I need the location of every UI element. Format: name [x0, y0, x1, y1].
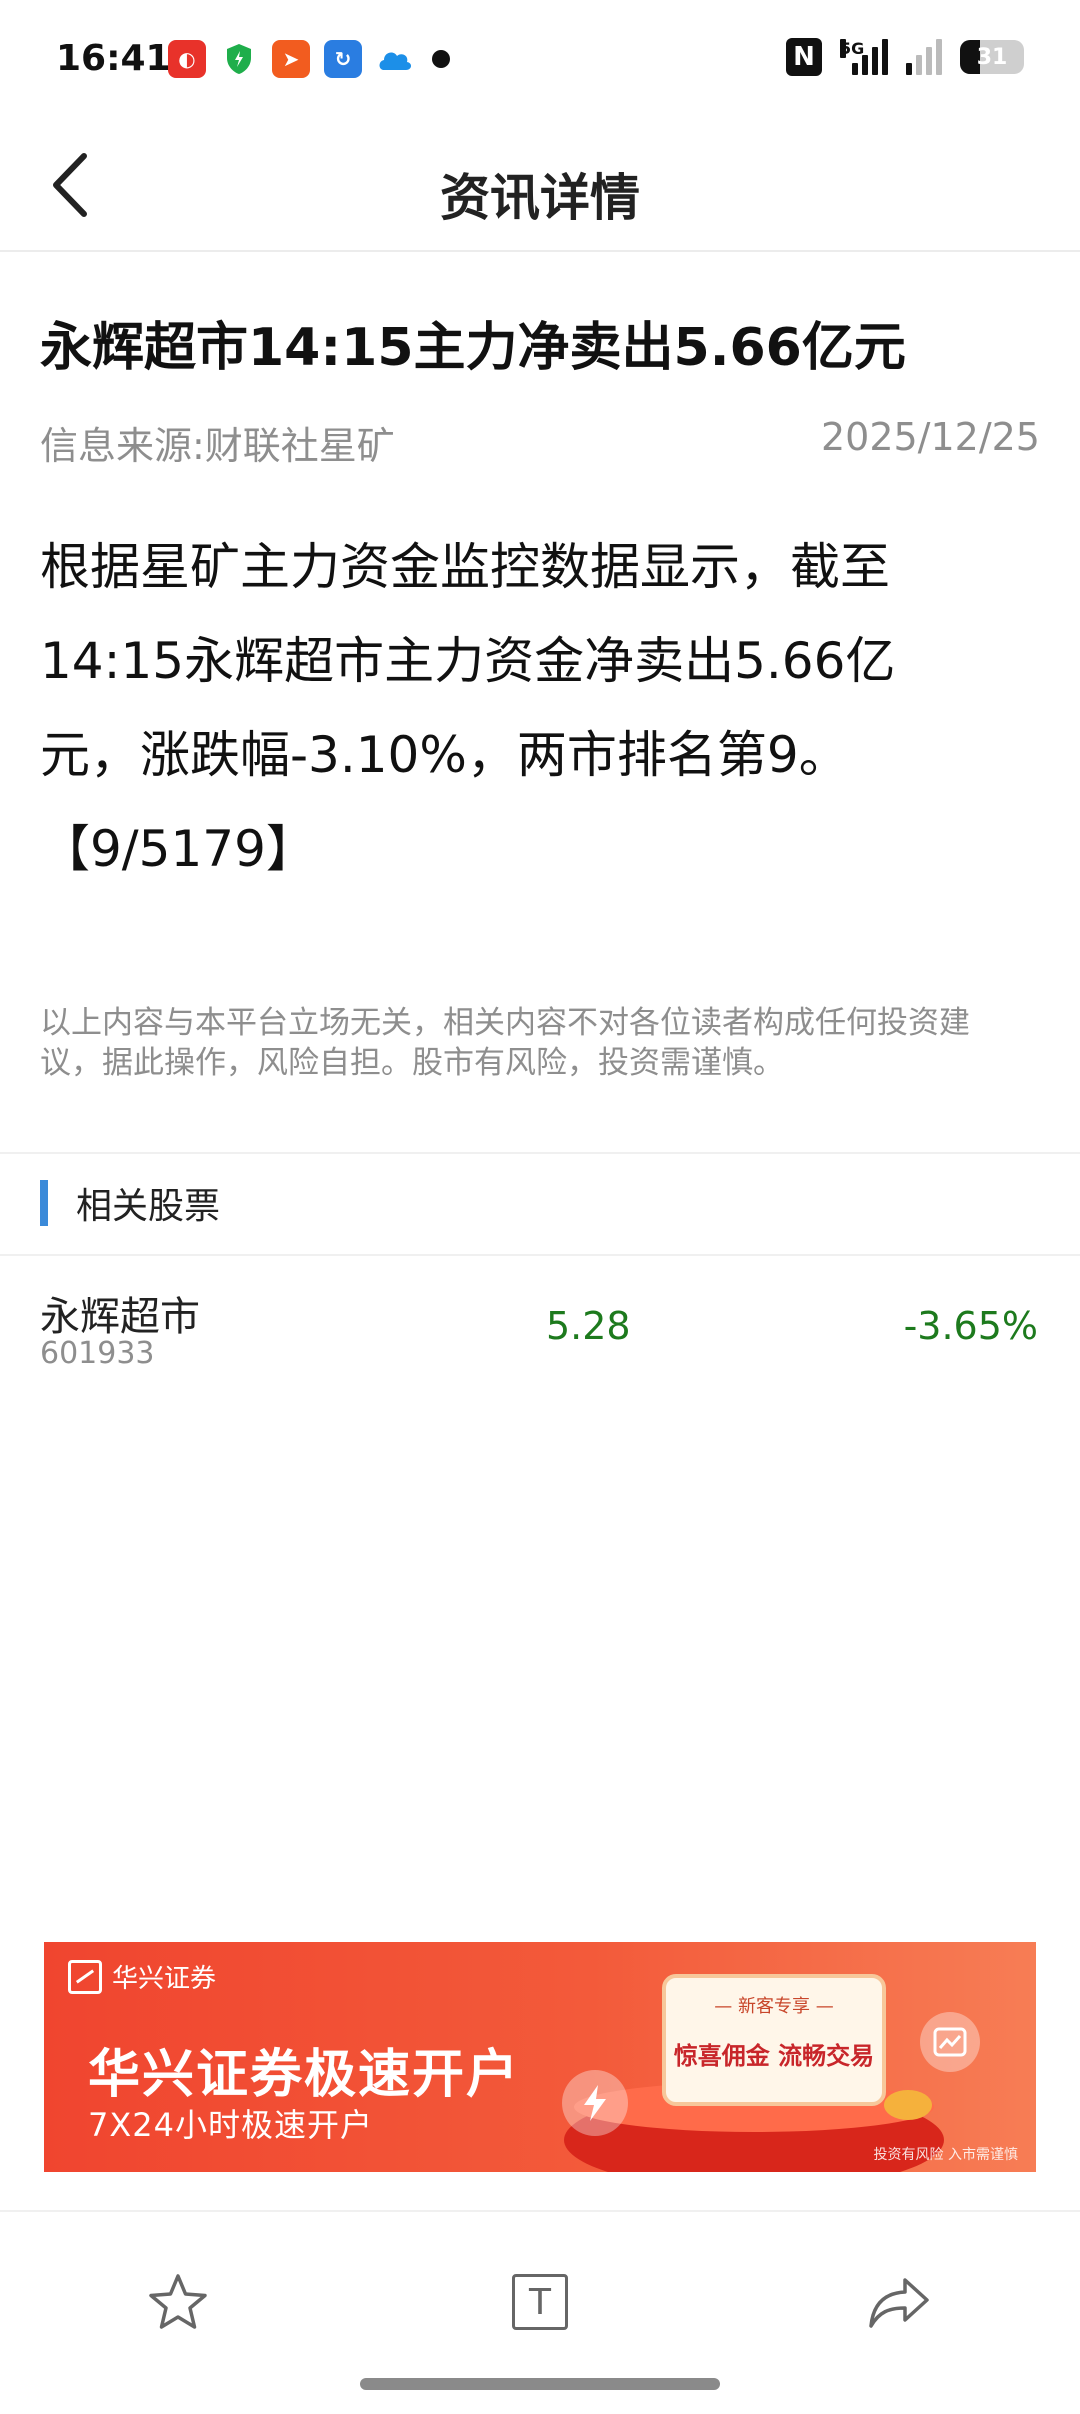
app-notification-icon: ◐: [168, 40, 206, 78]
article-body-line: 元，涨跌幅-3.10%，两市排名第9。: [40, 726, 849, 784]
disclaimer-line: 以上内容与本平台立场无关，相关内容不对各位读者构成任何投资建: [40, 1005, 970, 1041]
notification-icons: ◐ ➤ ↻: [168, 40, 450, 78]
battery-icon: 31: [960, 40, 1024, 74]
star-icon: [149, 2274, 207, 2329]
text-size-icon: T: [512, 2274, 568, 2330]
nfc-icon: N: [786, 38, 822, 76]
stock-name: 永辉超市: [40, 1294, 200, 1340]
home-indicator[interactable]: [360, 2378, 720, 2390]
section-divider: [0, 1152, 1080, 1154]
banner-brand-name: 华兴证券: [112, 1964, 217, 1994]
cloud-app-icon: [376, 40, 414, 78]
status-time: 16:41: [56, 38, 171, 79]
coin-graphic: [884, 2090, 932, 2120]
chart-icon: [920, 2012, 980, 2072]
brand-logo-icon: [68, 1959, 102, 1994]
article-body-line: 【9/5179】: [40, 820, 316, 878]
signal-icon: 5G: [840, 39, 888, 75]
promo-card-text: 惊喜佣金 流畅交易: [673, 2042, 875, 2070]
refresh-app-icon: ↻: [324, 40, 362, 78]
article-source: 信息来源:财联社星矿: [40, 424, 395, 468]
text-size-button[interactable]: T: [500, 2262, 580, 2342]
network-label: 5G: [840, 39, 865, 58]
stock-code: 601933: [40, 1336, 155, 1371]
system-icons: N 5G 31: [786, 38, 1024, 76]
related-stocks-header: 相关股票: [40, 1180, 221, 1227]
status-bar: 16:41 ◐ ➤ ↻ N 5G 31: [0, 0, 1080, 120]
banner-title: 华兴证券极速开户: [88, 2045, 521, 2105]
article-date: 2025/12/25: [820, 415, 1040, 459]
section-accent-bar: [40, 1180, 48, 1226]
stock-price: 5.28: [546, 1304, 631, 1348]
article-meta: 信息来源:财联社星矿 2025/12/25: [40, 415, 1040, 470]
send-app-icon: ➤: [272, 40, 310, 78]
banner-subtitle: 7X24小时极速开户: [88, 2106, 374, 2144]
battery-level: 31: [976, 44, 1008, 70]
ad-banner[interactable]: 华兴证券 华兴证券极速开户 7X24小时极速开户 — 新客专享 — 惊喜佣金 流…: [44, 1942, 1036, 2172]
nav-bar: 资讯详情: [0, 120, 1080, 252]
banner-brand: 华兴证券: [68, 1958, 216, 1995]
share-icon: [869, 2278, 929, 2328]
stock-row[interactable]: 永辉超市 601933 5.28 -3.65%: [0, 1260, 1080, 1380]
article-body-line: 14:15永辉超市主力资金净卖出5.66亿: [40, 632, 896, 690]
promo-card: — 新客专享 — 惊喜佣金 流畅交易: [662, 1974, 886, 2106]
article-body-line: 根据星矿主力资金监控数据显示，截至: [40, 538, 890, 596]
more-notifications-dot: [432, 50, 450, 68]
secondary-signal-icon: [906, 39, 942, 75]
related-stocks-title: 相关股票: [76, 1186, 221, 1227]
article-headline: 永辉超市14:15主力净卖出5.66亿元: [40, 318, 906, 378]
section-divider: [0, 1254, 1080, 1256]
lightning-icon: [562, 2070, 628, 2136]
favorite-button[interactable]: [138, 2262, 218, 2342]
disclaimer: 以上内容与本平台立场无关，相关内容不对各位读者构成任何投资建 议，据此操作，风险…: [40, 1003, 1050, 1083]
promo-card-tag: — 新客专享 —: [714, 1996, 834, 2017]
shield-icon: [220, 40, 258, 78]
page-title: 资讯详情: [440, 169, 640, 227]
banner-risk-note: 投资有风险 入市需谨慎: [873, 2147, 1018, 2163]
article-body: 根据星矿主力资金监控数据显示，截至 14:15永辉超市主力资金净卖出5.66亿 …: [40, 520, 1050, 896]
share-button[interactable]: [860, 2262, 940, 2342]
stock-change: -3.65%: [903, 1304, 1038, 1348]
disclaimer-line: 议，据此操作，风险自担。股市有风险，投资需谨慎。: [40, 1045, 784, 1081]
